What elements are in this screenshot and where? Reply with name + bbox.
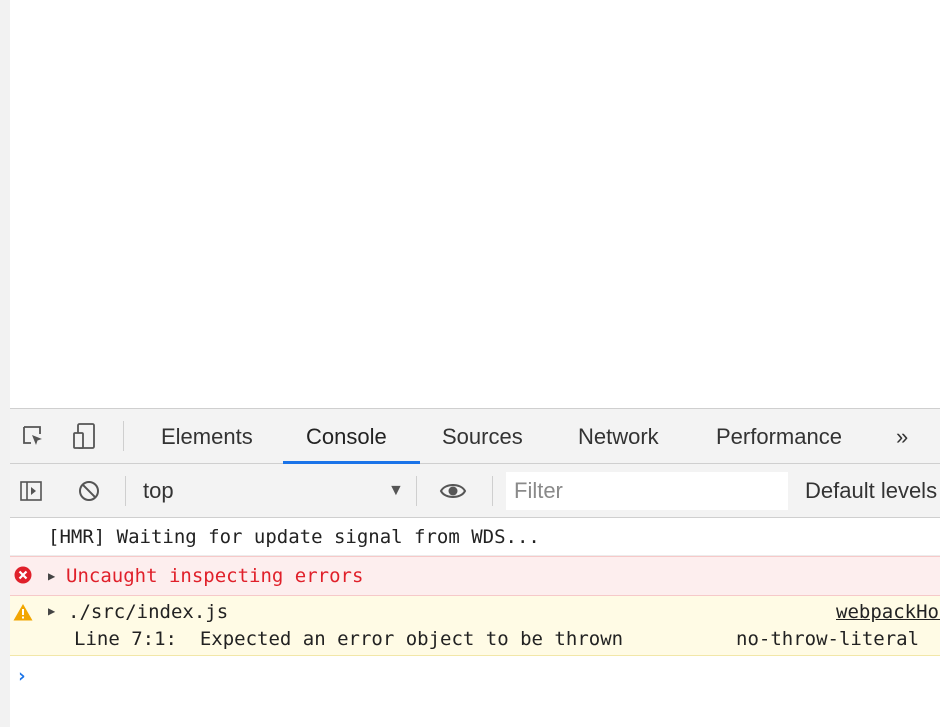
toolbar-divider <box>416 476 417 506</box>
context-selector[interactable]: top <box>143 464 174 518</box>
console-message-warning[interactable]: ▶ ./src/index.js webpackHotDevClient.js:… <box>10 596 940 656</box>
expand-triangle-icon[interactable]: ▶ <box>48 602 55 620</box>
tab-console[interactable]: Console <box>306 409 387 464</box>
prompt-chevron-icon: › <box>16 665 28 687</box>
console-toolbar: top ▼ Default levels <box>10 464 940 518</box>
expand-triangle-icon[interactable]: ▶ <box>48 557 55 595</box>
page-viewport <box>10 0 940 408</box>
log-text: [HMR] Waiting for update signal from WDS… <box>48 526 540 548</box>
devtools-tab-bar: Elements Console Sources Network Perform… <box>10 409 940 464</box>
warning-detail: Line 7:1: Expected an error object to be… <box>74 628 624 650</box>
left-edge-strip <box>0 0 10 727</box>
tab-elements[interactable]: Elements <box>161 409 253 464</box>
console-message-error[interactable]: ▶ Uncaught inspecting errors <box>10 556 940 596</box>
tab-sources[interactable]: Sources <box>442 409 523 464</box>
error-text: Uncaught inspecting errors <box>66 565 364 587</box>
toolbar-divider <box>492 476 493 506</box>
warning-file: ./src/index.js <box>68 601 229 623</box>
clear-console-icon[interactable] <box>74 476 104 506</box>
more-tabs-button[interactable]: » <box>896 409 908 464</box>
console-prompt[interactable]: › <box>10 656 940 700</box>
error-icon <box>13 565 33 585</box>
tab-network[interactable]: Network <box>578 409 659 464</box>
console-message-log: [HMR] Waiting for update signal from WDS… <box>10 518 940 556</box>
source-link[interactable]: webpackHotDevClient.js:120 <box>836 599 940 625</box>
toolbar-divider <box>125 476 126 506</box>
sidebar-toggle-icon[interactable] <box>16 476 46 506</box>
inspect-element-icon[interactable] <box>18 421 48 451</box>
filter-input[interactable] <box>506 472 788 510</box>
tab-performance[interactable]: Performance <box>716 409 842 464</box>
devtools-panel: Elements Console Sources Network Perform… <box>10 408 940 727</box>
eslint-rule: no-throw-literal <box>736 628 920 650</box>
toolbar-divider <box>123 421 124 451</box>
log-levels-dropdown[interactable]: Default levels <box>805 464 937 518</box>
warning-icon <box>13 602 33 622</box>
chevron-down-icon[interactable]: ▼ <box>388 464 404 518</box>
device-toolbar-icon[interactable] <box>70 421 100 451</box>
live-expression-eye-icon[interactable] <box>438 476 468 506</box>
